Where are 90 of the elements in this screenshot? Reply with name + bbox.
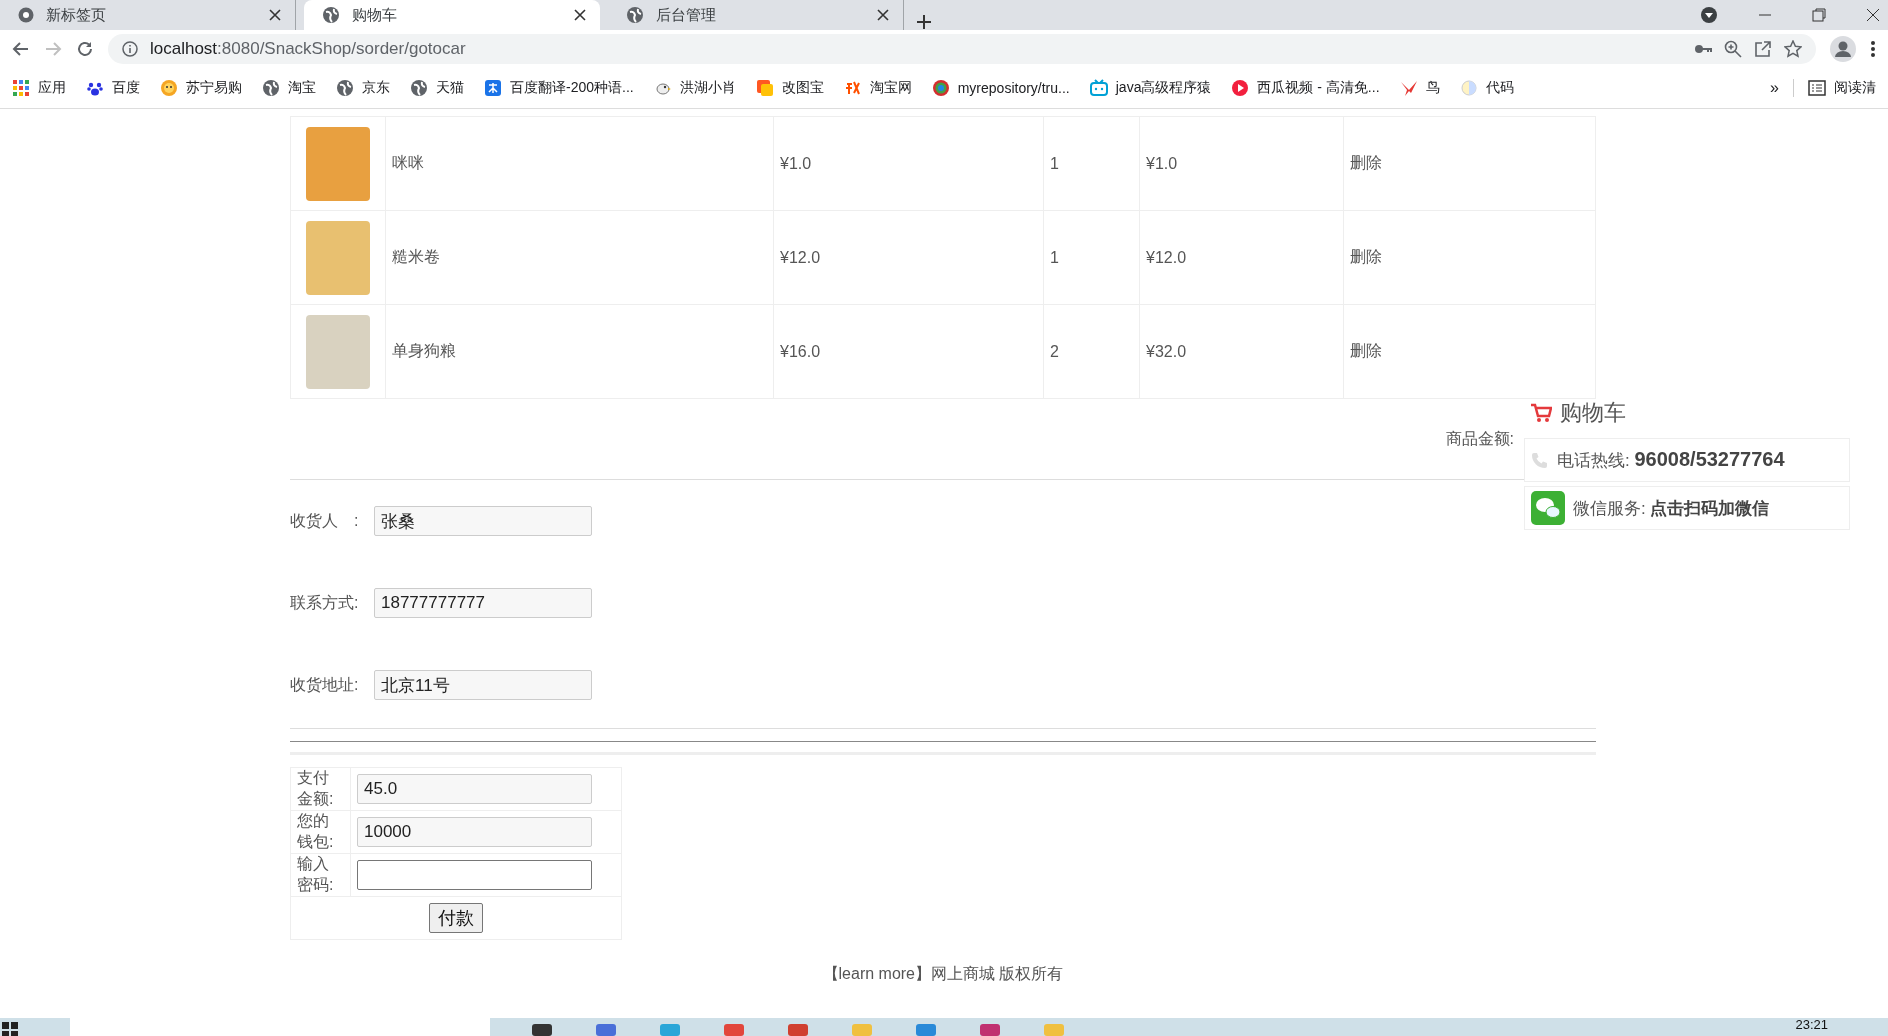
quantity-cell: 2 (1050, 342, 1059, 360)
delete-link[interactable]: 删除 (1350, 248, 1382, 265)
footer-text: 【learn more】网上商城 版权所有 (821, 964, 1065, 984)
input-field[interactable]: 18777777777 (374, 588, 592, 618)
list-icon (1808, 79, 1826, 97)
info-icon (122, 41, 138, 57)
hotline-text: 电话热线: 96008/53277764 (1557, 448, 1785, 472)
field-label: 收货人 : (290, 510, 360, 531)
new-tab-icon[interactable] (916, 14, 932, 30)
price-cell: ¥1.0 (780, 154, 812, 172)
avatar-icon[interactable] (1830, 36, 1856, 62)
quantity-cell: 1 (1050, 154, 1059, 172)
close-icon[interactable] (269, 9, 281, 21)
bookmark-link[interactable]: 西瓜视频 - 高清免... (1231, 79, 1380, 97)
subtotal-cell: ¥1.0 (1146, 154, 1178, 172)
ring-logo-icon (931, 79, 950, 97)
chat-bubbles-icon (1531, 491, 1565, 525)
square-icon (755, 79, 774, 97)
field-label: 支付金额: (297, 769, 334, 807)
delete-link[interactable]: 删除 (1350, 342, 1382, 359)
close-icon[interactable] (1866, 8, 1880, 22)
field-label: 联系方式: (290, 592, 360, 613)
wechat-row[interactable]: 微信服务: 点击扫码加微信 (1524, 486, 1850, 530)
input-field[interactable]: 45.0 (357, 774, 592, 804)
tv-icon (1089, 79, 1108, 97)
price-cell: ¥16.0 (780, 342, 821, 360)
bookmark-link[interactable]: 代码 (1459, 79, 1514, 97)
field-label: 输入密码: (297, 855, 334, 893)
bookmark-link[interactable]: 应用 (12, 79, 66, 97)
total-label: 商品金额: (1445, 428, 1514, 449)
delete-link[interactable]: 删除 (1350, 154, 1382, 171)
cart-title: 购物车 (1560, 399, 1626, 427)
app-grid-icon (12, 79, 30, 97)
globe-icon (336, 79, 354, 97)
tao-character-icon (843, 79, 862, 97)
back-arrow-icon[interactable] (12, 40, 30, 58)
globe-icon (322, 6, 340, 24)
product-name: 咪咪 (392, 154, 424, 171)
password-field[interactable] (357, 860, 592, 890)
bookmark-link[interactable]: 淘宝网 (843, 79, 912, 97)
field-label: 您的钱包: (297, 812, 334, 850)
bookmark-link[interactable]: 鸟 (1399, 79, 1440, 97)
product-name: 糙米卷 (392, 248, 440, 265)
close-icon[interactable] (877, 9, 889, 21)
phone-icon (1531, 451, 1549, 469)
globe-icon (626, 6, 644, 24)
restore-icon[interactable] (1812, 8, 1826, 22)
taskbar-search-field[interactable] (70, 1018, 490, 1036)
price-cell: ¥12.0 (780, 248, 821, 266)
subtotal-cell: ¥32.0 (1146, 342, 1187, 360)
bookmark-link[interactable]: 京东 (336, 79, 390, 97)
subtotal-cell: ¥12.0 (1146, 248, 1187, 266)
reload-icon[interactable] (76, 40, 94, 58)
half-circle-icon (1459, 79, 1478, 97)
reading-list-button[interactable]: 阅读清 (1793, 79, 1876, 97)
close-icon[interactable] (574, 9, 586, 21)
address-bar[interactable]: localhost:8080/SnackShop/sorder/gotocar (108, 34, 1816, 64)
wechat-text: 微信服务: 点击扫码加微信 (1573, 497, 1770, 520)
quantity-cell: 1 (1050, 248, 1059, 266)
menu-icon[interactable] (1870, 40, 1876, 58)
lion-face-icon (160, 79, 178, 97)
chrome-logo-icon (18, 7, 34, 23)
cart-icon (1530, 403, 1552, 423)
clock-time: 23:21 (1795, 1018, 1828, 1032)
bookmark-link[interactable]: 淘宝 (262, 79, 316, 97)
share-icon[interactable] (1754, 40, 1772, 58)
swallow-icon (1399, 79, 1418, 97)
browser-tab[interactable]: 购物车 (304, 0, 600, 30)
bookmark-link[interactable]: 改图宝 (755, 79, 824, 97)
translate-icon (484, 79, 502, 97)
star-icon[interactable] (1784, 40, 1802, 58)
bookmark-link[interactable]: myrepository/tru... (931, 79, 1070, 97)
bookmark-link[interactable]: 天猫 (410, 79, 464, 97)
bookmark-link[interactable]: 百度翻译-200种语... (484, 79, 634, 97)
globe-icon (410, 79, 428, 97)
input-field[interactable]: 10000 (357, 817, 592, 847)
bookmark-link[interactable]: 苏宁易购 (160, 79, 242, 97)
product-name: 单身狗粮 (392, 342, 456, 359)
field-label: 收货地址: (290, 674, 360, 695)
bookmark-link[interactable]: 百度 (86, 79, 140, 97)
zoom-icon[interactable] (1724, 40, 1742, 58)
dropdown-circle-icon[interactable] (1700, 6, 1718, 24)
more-bookmarks-button[interactable]: » (1770, 79, 1779, 97)
input-field[interactable]: 北京11号 (374, 670, 592, 700)
input-field[interactable]: 张桑 (374, 506, 592, 536)
bookmark-link[interactable]: 洪湖小肖 (653, 79, 736, 97)
globe-icon (262, 79, 280, 97)
pay-button[interactable]: 付款 (429, 903, 483, 933)
play-icon (1231, 79, 1250, 97)
bookmark-link[interactable]: java高级程序猿 (1089, 79, 1212, 97)
